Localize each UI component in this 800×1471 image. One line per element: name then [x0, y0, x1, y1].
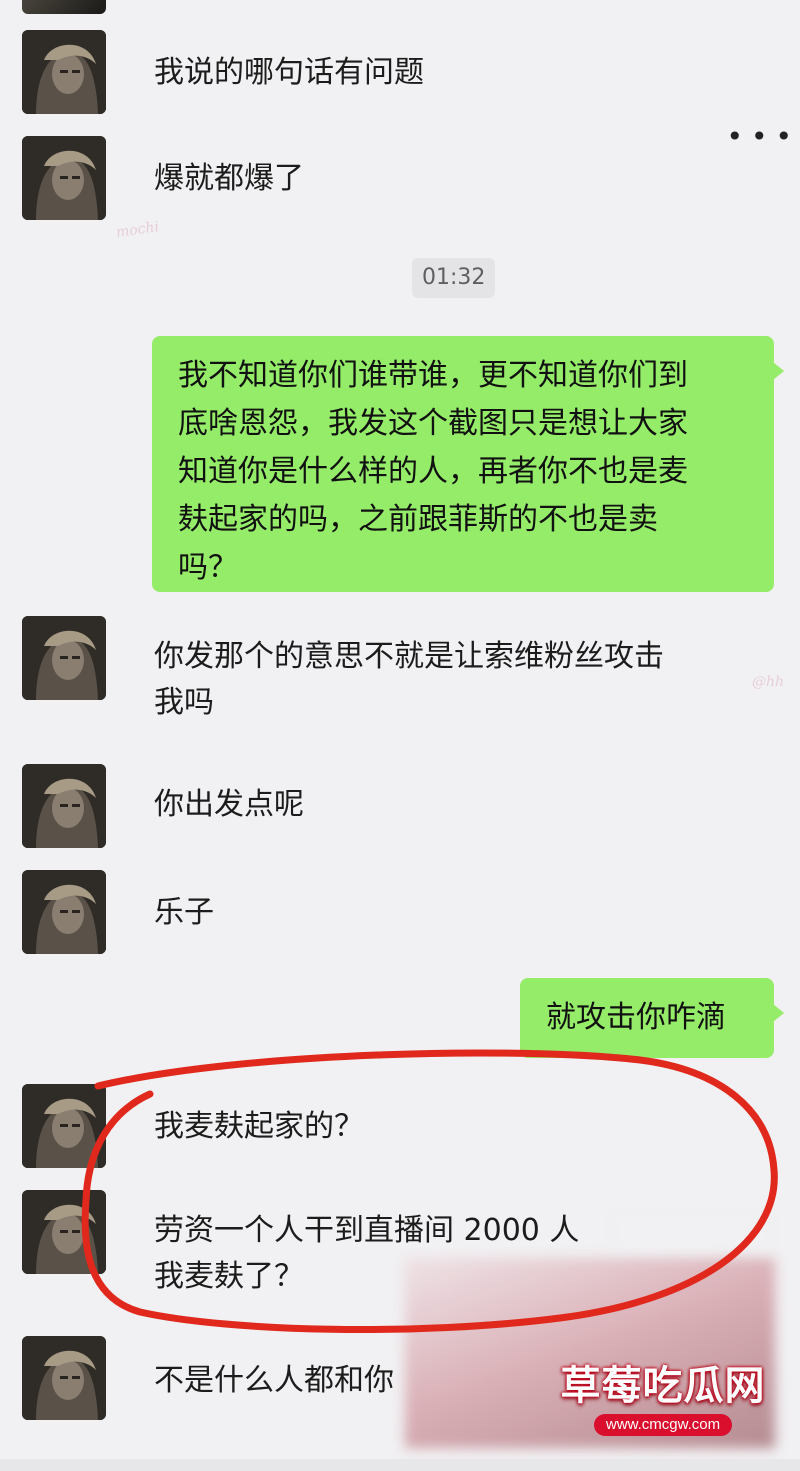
- bottom-edge: [0, 1459, 800, 1471]
- message-row: 我说的哪句话有问题: [0, 30, 800, 114]
- user-avatar-icon[interactable]: [22, 1190, 106, 1274]
- message-line: 你发那个的意思不就是让索维粉丝攻击: [154, 639, 664, 674]
- message-row: 你出发点呢: [0, 764, 800, 848]
- message-line: 麸起家的吗，之前跟菲斯的不也是卖: [178, 502, 658, 537]
- message-row: 你发那个的意思不就是让索维粉丝攻击 我吗: [0, 616, 800, 720]
- message-text: 就攻击你咋滴: [546, 1000, 726, 1035]
- user-avatar-icon[interactable]: [22, 764, 106, 848]
- message-text: 你发那个的意思不就是让索维粉丝攻击 我吗: [154, 634, 754, 726]
- message-text: 乐子: [154, 895, 214, 930]
- user-avatar-icon[interactable]: [22, 30, 106, 114]
- message-text: 你出发点呢: [154, 787, 304, 822]
- user-avatar-icon[interactable]: [22, 1336, 106, 1420]
- watermark-url: www.cmcgw.com: [593, 1414, 733, 1436]
- message-row: 我麦麸起家的？: [0, 1084, 800, 1168]
- user-avatar-icon[interactable]: [22, 1084, 106, 1168]
- watermark-logo: 草莓吃瓜网 www.cmcgw.com: [548, 1360, 778, 1450]
- message-text: 我说的哪句话有问题: [154, 55, 424, 90]
- user-avatar-icon[interactable]: [22, 136, 106, 220]
- message-line: 我不知道你们谁带谁，更不知道你们到: [178, 358, 688, 393]
- chat-screen: mochi @hh ••• 我说的哪句话有问题 爆就都爆了 01:32 我不知道…: [0, 0, 800, 1471]
- avatar[interactable]: [22, 0, 106, 14]
- redaction-blur: [612, 1212, 772, 1258]
- message-line: 知道你是什么样的人，再者你不也是麦: [178, 454, 688, 489]
- background-decoration: mochi: [115, 219, 160, 241]
- user-avatar-icon[interactable]: [22, 616, 106, 700]
- outgoing-message-bubble[interactable]: 我不知道你们谁带谁，更不知道你们到 底啥恩怨，我发这个截图只是想让大家 知道你是…: [152, 336, 784, 592]
- message-line: 底啥恩怨，我发这个截图只是想让大家: [178, 406, 688, 441]
- message-line: 我吗: [154, 685, 214, 720]
- outgoing-message-bubble[interactable]: 就攻击你咋滴: [520, 978, 784, 1058]
- message-text: 我麦麸起家的？: [154, 1109, 364, 1144]
- message-line: 吗？: [178, 550, 238, 585]
- timestamp: 01:32: [412, 258, 496, 298]
- watermark-title: 草莓吃瓜网: [560, 1363, 766, 1409]
- user-avatar-icon[interactable]: [22, 870, 106, 954]
- message-row: 乐子: [0, 870, 800, 954]
- message-text: 爆就都爆了: [154, 161, 304, 196]
- message-row: 爆就都爆了: [0, 136, 800, 220]
